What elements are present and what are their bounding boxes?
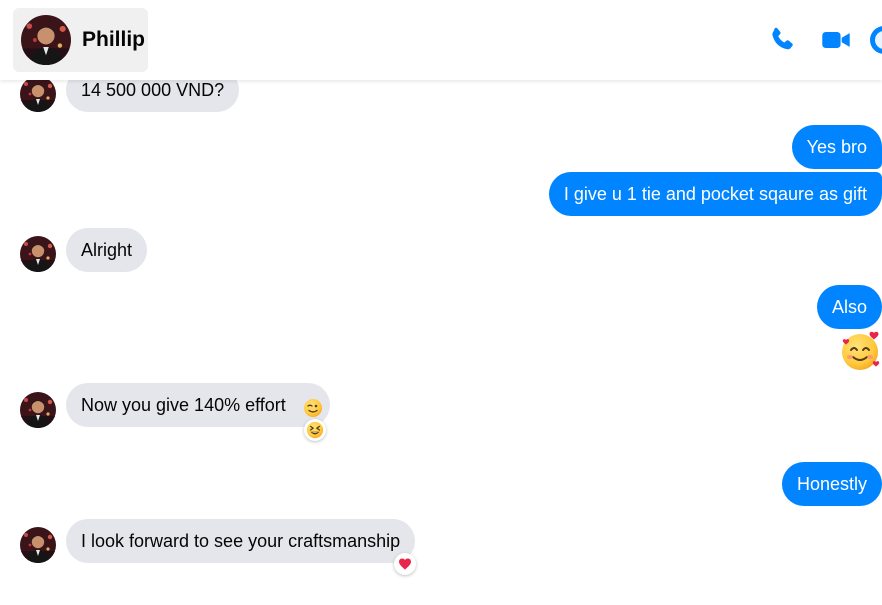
outgoing-message[interactable]: Honestly xyxy=(781,462,882,506)
message-reaction[interactable] xyxy=(304,419,326,441)
video-camera-icon[interactable] xyxy=(820,24,852,56)
grinning-squinting-face-emoji xyxy=(306,421,324,439)
sender-avatar[interactable] xyxy=(20,527,56,563)
sender-avatar[interactable] xyxy=(20,76,56,112)
sender-avatar[interactable] xyxy=(20,392,56,428)
phone-icon[interactable] xyxy=(766,24,798,56)
info-icon[interactable] xyxy=(868,24,882,56)
smiling-face-with-hearts-emoji[interactable] xyxy=(840,330,882,372)
message-text: Now you give 140% effort xyxy=(81,395,286,415)
outgoing-message[interactable]: I give u 1 tie and pocket sqaure as gift xyxy=(548,172,882,216)
incoming-message[interactable]: Now you give 140% effort xyxy=(66,383,330,427)
contact-name[interactable]: Phillip xyxy=(82,28,145,52)
outgoing-message[interactable]: Also xyxy=(816,285,882,329)
incoming-message[interactable]: Alright xyxy=(66,228,148,272)
contact-avatar[interactable] xyxy=(21,15,71,65)
red-heart-emoji xyxy=(399,558,411,570)
incoming-message[interactable]: I look forward to see your craftsmanship xyxy=(66,519,416,563)
message-reaction[interactable] xyxy=(394,553,416,575)
winking-face-emoji xyxy=(304,399,322,417)
sender-avatar[interactable] xyxy=(20,236,56,272)
contact-chip[interactable]: Phillip xyxy=(13,8,148,72)
outgoing-message[interactable]: Yes bro xyxy=(791,125,882,169)
chat-header: Phillip xyxy=(0,0,882,80)
